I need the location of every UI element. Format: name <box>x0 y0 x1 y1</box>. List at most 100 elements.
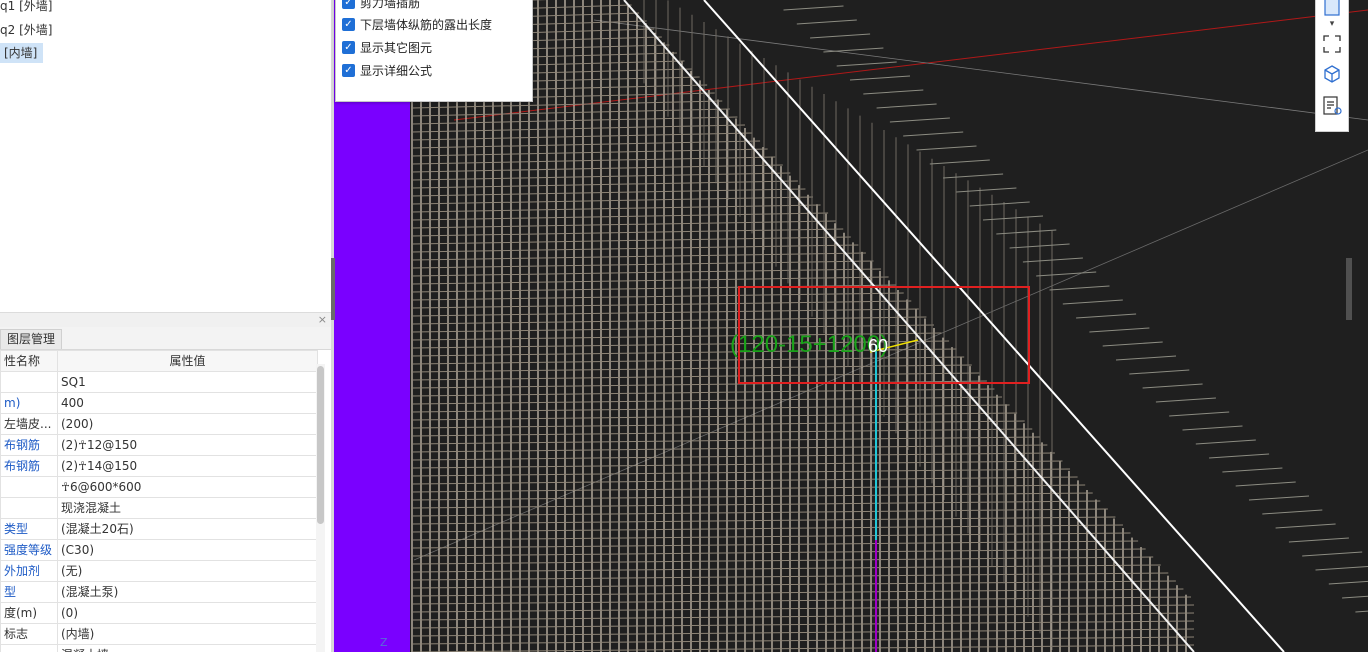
horizontal-rebar <box>411 124 745 133</box>
tree-item-q2[interactable]: q2 [外墙] <box>0 20 56 40</box>
property-value-cell[interactable]: (2)☥12@150 <box>57 434 318 456</box>
dowel-bar <box>783 5 844 11</box>
horizontal-rebar <box>411 260 874 269</box>
property-value-cell[interactable]: (200) <box>57 413 318 435</box>
dowel-bar <box>876 103 937 109</box>
property-name-cell: 标志 <box>0 623 58 645</box>
dowel-bar <box>1155 397 1216 403</box>
close-icon[interactable]: × <box>318 313 327 327</box>
table-row[interactable]: 布钢筋 (2)☥12@150 <box>0 434 318 456</box>
collapse-right-handle[interactable] <box>1346 258 1352 320</box>
option-lower-rebar-length[interactable]: ✓ 下层墙体纵筋的露出长度 <box>342 15 492 35</box>
3d-box-icon[interactable] <box>1321 63 1343 85</box>
dowel-bar <box>1022 257 1083 263</box>
header-property-name: 性名称 <box>0 350 58 372</box>
dowel-bar <box>1342 595 1368 599</box>
property-name-cell <box>0 497 58 519</box>
horizontal-rebar <box>411 316 927 325</box>
horizontal-rebar <box>411 132 753 141</box>
property-name-cell: 外加剂 <box>0 560 58 582</box>
horizontal-rebar <box>411 564 1161 573</box>
dowel-bar <box>1062 299 1123 305</box>
collapse-left-handle[interactable] <box>331 258 335 320</box>
tree-item-q1[interactable]: q1 [外墙] <box>0 0 56 16</box>
option-show-detailed-formula[interactable]: ✓ 显示详细公式 <box>342 61 432 81</box>
property-value-cell[interactable]: (2)☥14@150 <box>57 455 318 477</box>
dowel-bar <box>1328 580 1368 585</box>
tab-layer-management[interactable]: 图层管理 <box>0 329 63 349</box>
table-row[interactable]: 布钢筋 (2)☥14@150 <box>0 455 318 477</box>
horizontal-rebar <box>411 292 904 301</box>
dowel-bar <box>1195 439 1256 445</box>
table-row[interactable]: 强度等级 (C30) <box>0 539 318 561</box>
property-value-cell[interactable]: ☥6@600*600 <box>57 476 318 498</box>
dowel-bar <box>916 145 977 151</box>
view-cube-icon[interactable] <box>1321 0 1343 21</box>
horizontal-rebar <box>411 508 1108 517</box>
dowel-bar <box>1248 495 1310 501</box>
property-name-cell: 型 <box>0 581 58 603</box>
dowel-bar <box>929 159 990 165</box>
dowel-bar <box>1115 355 1177 361</box>
property-name-cell <box>0 476 58 498</box>
property-value-cell[interactable]: SQ1 <box>57 371 318 393</box>
horizontal-rebar <box>411 452 1055 461</box>
dowel-bar <box>956 187 1017 193</box>
horizontal-rebar <box>411 252 866 261</box>
table-row[interactable]: SQ1 <box>0 371 318 393</box>
table-row[interactable]: ☥6@600*600 <box>0 476 318 498</box>
checkbox-checked-icon[interactable]: ✓ <box>342 64 355 77</box>
table-row[interactable]: m) 400 <box>0 392 318 414</box>
dowel-bar <box>1315 565 1368 571</box>
property-value-cell[interactable]: (内墙) <box>57 623 318 645</box>
table-row[interactable]: 左墙皮... (200) <box>0 413 318 435</box>
dowel-bar <box>1129 369 1190 375</box>
property-value-cell[interactable]: (混凝土泵) <box>57 581 318 603</box>
table-row[interactable]: 度(m) (0) <box>0 602 318 624</box>
option-wall-dowel[interactable]: ✓ 剪力墙插筋 <box>342 0 420 13</box>
scroll-thumb[interactable] <box>317 366 324 524</box>
option-show-other-elements[interactable]: ✓ 显示其它图元 <box>342 38 432 58</box>
property-scrollbar[interactable] <box>316 364 325 652</box>
property-name-cell: 布钢筋 <box>0 455 58 477</box>
checkbox-checked-icon[interactable]: ✓ <box>342 41 355 54</box>
table-row[interactable]: 混凝土墙 <box>0 644 318 652</box>
dowel-bar <box>1288 537 1349 543</box>
horizontal-rebar <box>411 204 821 213</box>
dowel-bar <box>863 89 924 95</box>
rebar-length-label: 60 <box>868 336 888 356</box>
table-row[interactable]: 型 (混凝土泵) <box>0 581 318 603</box>
tree-item-selected[interactable]: [内墙] <box>0 43 44 63</box>
view-toolbar: ▾ <box>1315 0 1349 132</box>
checkbox-checked-icon[interactable]: ✓ <box>342 0 355 9</box>
panel-splitter[interactable]: × <box>0 312 331 327</box>
property-value-cell[interactable]: 混凝土墙 <box>57 644 318 652</box>
dowel-bar <box>1262 509 1323 515</box>
dropdown-arrow-icon[interactable]: ▾ <box>1321 19 1343 31</box>
horizontal-rebar <box>411 540 1139 549</box>
table-row[interactable]: 外加剂 (无) <box>0 560 318 582</box>
property-table: 性名称 属性值 SQ1 m) 400 左墙皮... (200) 布钢筋 (2)☥12@150… <box>0 350 318 652</box>
horizontal-rebar <box>411 196 814 205</box>
property-value-cell[interactable]: (无) <box>57 560 318 582</box>
fullscreen-icon[interactable] <box>1321 33 1343 55</box>
horizontal-rebar <box>411 356 965 365</box>
table-row[interactable]: 标志 (内墙) <box>0 623 318 645</box>
property-value-cell[interactable]: (混凝土20石) <box>57 518 318 540</box>
property-value-cell[interactable]: (C30) <box>57 539 318 561</box>
dowel-bar <box>823 47 884 53</box>
dowel-bar <box>836 61 897 67</box>
horizontal-rebar <box>411 428 1033 437</box>
dowel-bar <box>1222 467 1283 473</box>
report-icon[interactable] <box>1321 95 1343 117</box>
property-value-cell[interactable]: 现浇混凝土 <box>57 497 318 519</box>
property-value-cell[interactable]: (0) <box>57 602 318 624</box>
horizontal-rebar <box>411 236 851 245</box>
table-row[interactable]: 类型 (混凝土20石) <box>0 518 318 540</box>
checkbox-checked-icon[interactable]: ✓ <box>342 18 355 31</box>
property-value-cell[interactable]: 400 <box>57 392 318 414</box>
table-row[interactable]: 现浇混凝土 <box>0 497 318 519</box>
horizontal-rebar <box>411 412 1018 421</box>
z-axis-label: Z <box>380 636 388 649</box>
dowel-bar <box>1182 425 1243 431</box>
